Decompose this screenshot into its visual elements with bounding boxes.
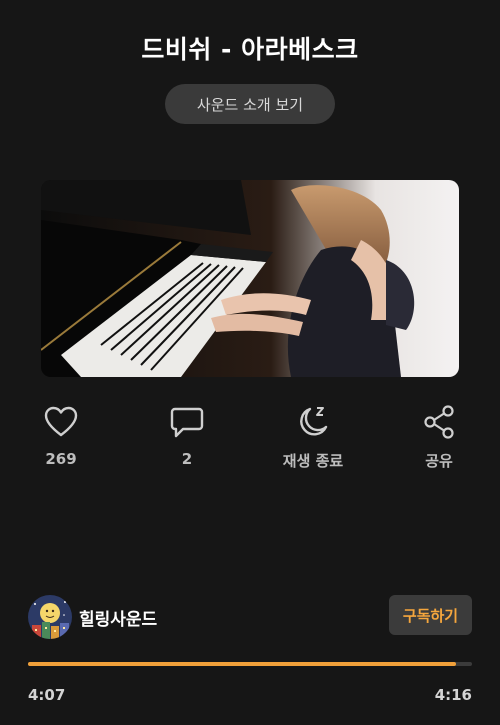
- like-count: 269: [45, 450, 77, 468]
- subscribe-button[interactable]: 구독하기: [389, 595, 472, 635]
- heart-icon: [44, 406, 78, 437]
- current-time: 4:07: [28, 686, 66, 704]
- moon-village-avatar-icon: [28, 595, 72, 639]
- video-thumbnail[interactable]: [41, 180, 459, 377]
- comment-icon: [170, 407, 204, 438]
- comment-button[interactable]: 2: [142, 402, 232, 468]
- channel-avatar[interactable]: [28, 595, 72, 639]
- sleep-timer-icon: [300, 407, 328, 436]
- channel-name[interactable]: 힐링사운드: [79, 605, 157, 630]
- sleep-timer-button[interactable]: 재생 종료: [268, 402, 358, 471]
- piano-player-image: [41, 180, 459, 377]
- share-button[interactable]: 공유: [394, 402, 484, 471]
- sleep-timer-label: 재생 종료: [282, 452, 344, 470]
- track-title: 드비쉬 - 아라베스크: [141, 35, 359, 64]
- progress-fill: [28, 662, 457, 666]
- sound-intro-button[interactable]: 사운드 소개 보기: [165, 84, 335, 124]
- like-button[interactable]: 269: [16, 402, 106, 468]
- share-icon: [424, 405, 454, 439]
- total-time: 4:16: [434, 686, 472, 704]
- channel-row: 힐링사운드 구독하기: [28, 595, 472, 639]
- comment-count: 2: [181, 450, 193, 468]
- share-label: 공유: [425, 452, 453, 470]
- progress-bar[interactable]: [28, 662, 472, 666]
